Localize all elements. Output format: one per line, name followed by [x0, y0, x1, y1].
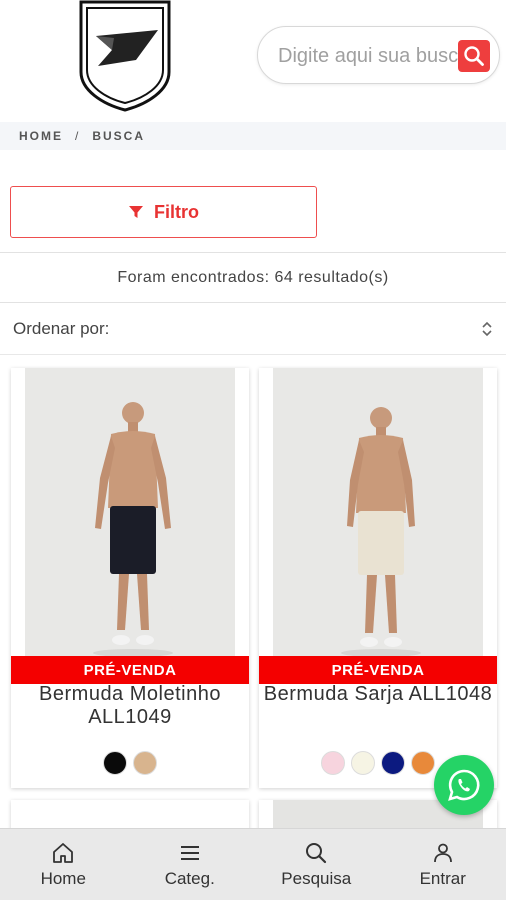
search-input[interactable]	[278, 41, 460, 71]
search-box	[257, 26, 500, 84]
results-text: Foram encontrados: 64 resultado(s)	[117, 268, 389, 286]
nav-home-label: Home	[40, 868, 86, 888]
color-swatch-black[interactable]	[103, 751, 127, 775]
pre-sale-badge: PRÉ-VENDA	[11, 656, 249, 684]
bottom-nav: Home Categ. Pesquisa Entrar	[0, 828, 506, 900]
header	[0, 0, 506, 120]
brand-logo[interactable]	[78, 0, 172, 112]
breadcrumb-separator: /	[75, 129, 81, 143]
product-image[interactable]	[273, 368, 483, 656]
search-icon	[306, 842, 327, 863]
color-swatches	[11, 751, 249, 775]
nav-search[interactable]: Pesquisa	[253, 829, 380, 900]
product-name[interactable]: Bermuda Sarja ALL1048	[259, 683, 497, 706]
nav-categories-label: Categ.	[164, 868, 215, 888]
nav-categories[interactable]: Categ.	[127, 829, 254, 900]
whatsapp-button[interactable]	[434, 755, 494, 815]
home-icon	[53, 842, 74, 863]
breadcrumb: HOME / BUSCA	[0, 122, 506, 150]
whatsapp-icon	[448, 769, 480, 801]
filter-icon	[129, 206, 143, 218]
nav-login[interactable]: Entrar	[380, 829, 506, 900]
results-count: Foram encontrados: 64 resultado(s)	[0, 252, 506, 303]
search-icon	[464, 46, 484, 66]
product-name[interactable]: Bermuda Moletinho ALL1049	[11, 683, 249, 729]
color-swatch-navy[interactable]	[381, 751, 405, 775]
breadcrumb-current: BUSCA	[92, 129, 146, 143]
color-swatch-orange[interactable]	[411, 751, 435, 775]
color-swatch-pink[interactable]	[321, 751, 345, 775]
sort-select[interactable]: Ordenar por:	[0, 303, 506, 355]
menu-icon	[180, 845, 199, 860]
filter-label: Filtro	[154, 201, 199, 222]
nav-login-label: Entrar	[419, 868, 466, 888]
pre-sale-badge: PRÉ-VENDA	[259, 656, 497, 684]
nav-home[interactable]: Home	[0, 829, 127, 900]
nav-search-label: Pesquisa	[281, 868, 352, 888]
color-swatch-cream[interactable]	[351, 751, 375, 775]
sort-label: Ordenar por:	[13, 318, 110, 338]
product-card[interactable]: PRÉ-VENDA Bermuda Moletinho ALL1049	[11, 368, 249, 788]
breadcrumb-home[interactable]: HOME	[19, 129, 63, 143]
chevron-up-down-icon	[482, 321, 492, 336]
user-icon	[433, 843, 452, 862]
color-swatch-beige[interactable]	[133, 751, 157, 775]
search-button[interactable]	[458, 40, 490, 72]
filter-button[interactable]: Filtro	[10, 186, 317, 238]
product-image[interactable]	[25, 368, 235, 656]
product-card[interactable]: PRÉ-VENDA Bermuda Sarja ALL1048	[259, 368, 497, 788]
